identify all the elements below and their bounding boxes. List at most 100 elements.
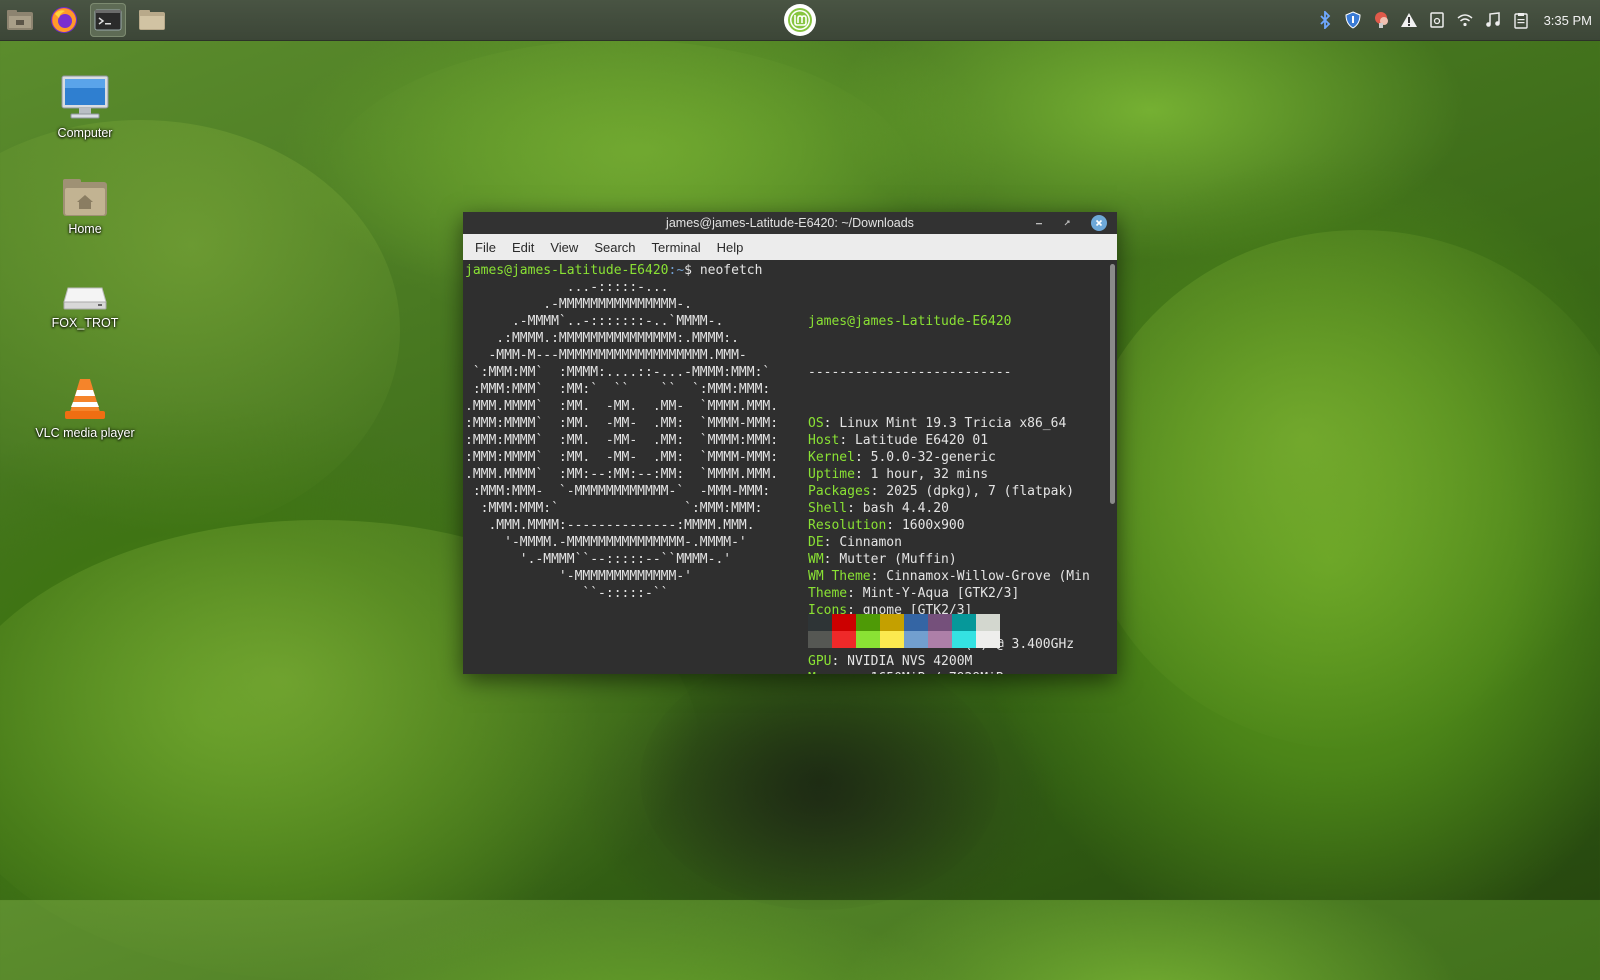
window-title: james@james-Latitude-E6420: ~/Downloads bbox=[666, 216, 914, 230]
terminal-menubar: File Edit View Search Terminal Help bbox=[463, 234, 1117, 260]
palette-swatch bbox=[808, 614, 832, 631]
info-value: 1 hour, 32 mins bbox=[870, 467, 989, 482]
palette-swatch bbox=[952, 631, 976, 648]
ascii-line: :MMM:MMMM` :MM. -MM- .MM: `MMMM-MMM: bbox=[465, 450, 779, 465]
ascii-line: :MMM:MMMM` :MM. -MM- .MM: `MMMM-MMM: bbox=[465, 416, 779, 431]
ascii-line: .MMM.MMMM` :MM:--:MM:--:MM: `MMMM.MMM. bbox=[465, 467, 779, 482]
info-key: Kernel bbox=[808, 450, 855, 465]
info-value: 5.0.0-32-generic bbox=[870, 450, 996, 465]
info-header: james@james-Latitude-E6420 bbox=[808, 314, 1012, 329]
info-separator: : bbox=[854, 467, 871, 482]
desktop-icon-computer[interactable]: Computer bbox=[30, 74, 140, 140]
system-tray: 3:35 PM bbox=[1316, 0, 1592, 40]
terminal-titlebar[interactable]: james@james-Latitude-E6420: ~/Downloads bbox=[463, 212, 1117, 234]
ascii-line: .MMM.MMMM` :MM. -MM. .MM- `MMMM.MMM. bbox=[465, 399, 779, 414]
ascii-line: .MMM.MMMM:--------------:MMMM.MMM. bbox=[465, 518, 755, 533]
palette-swatch bbox=[832, 631, 856, 648]
info-line: Packages: 2025 (dpkg), 7 (flatpak) bbox=[808, 483, 1090, 500]
info-value: Linux Mint 19.3 Tricia x86_64 bbox=[839, 416, 1067, 431]
info-separator: : bbox=[847, 501, 863, 516]
info-key: GPU bbox=[808, 654, 832, 669]
ascii-line: -MMM-M---MMMMMMMMMMMMMMMMMMM.MMM- bbox=[465, 348, 747, 363]
color-palette bbox=[808, 614, 1000, 648]
maximize-button[interactable] bbox=[1059, 215, 1075, 231]
desktop-icon-home[interactable]: Home bbox=[30, 176, 140, 236]
bluetooth-icon[interactable] bbox=[1316, 11, 1334, 29]
panel-clock[interactable]: 3:35 PM bbox=[1544, 13, 1592, 28]
ascii-line: `:MMM:MM` :MMMM:....::-...-MMMM:MMM:` bbox=[465, 365, 771, 380]
minimize-button[interactable] bbox=[1031, 215, 1047, 231]
palette-swatch bbox=[832, 614, 856, 631]
ascii-line: .:MMMM.:MMMMMMMMMMMMMMM:.MMMM:. bbox=[465, 331, 739, 346]
notifications-icon[interactable] bbox=[1372, 11, 1390, 29]
ascii-line: .-MMMM`..-:::::::-..`MMMM-. bbox=[465, 314, 724, 329]
palette-swatch bbox=[904, 614, 928, 631]
linux-mint-logo-icon bbox=[788, 8, 812, 32]
ascii-line: :MMM:MMM` :MM:` `` `` `:MMM:MMM: bbox=[465, 382, 771, 397]
launcher-firefox[interactable] bbox=[46, 3, 82, 37]
drive-icon bbox=[63, 287, 107, 310]
info-key: OS bbox=[808, 416, 824, 431]
palette-swatch bbox=[928, 614, 952, 631]
wifi-icon[interactable] bbox=[1456, 11, 1474, 29]
palette-swatch bbox=[880, 631, 904, 648]
palette-swatch bbox=[856, 631, 880, 648]
launcher-terminal[interactable] bbox=[90, 3, 126, 37]
info-separator: : bbox=[855, 671, 871, 674]
info-line: Uptime: 1 hour, 32 mins bbox=[808, 466, 1090, 483]
info-separator: : bbox=[886, 518, 902, 533]
palette-swatch bbox=[952, 614, 976, 631]
launcher-file-manager[interactable] bbox=[134, 3, 170, 37]
info-separator: : bbox=[839, 433, 855, 448]
shield-update-icon[interactable] bbox=[1344, 11, 1362, 29]
info-key: Host bbox=[808, 433, 840, 448]
info-line: Shell: bash 4.4.20 bbox=[808, 500, 1090, 517]
menu-terminal[interactable]: Terminal bbox=[644, 240, 709, 255]
close-button[interactable] bbox=[1091, 215, 1107, 231]
info-value: NVIDIA NVS 4200M bbox=[847, 654, 973, 669]
info-line: Kernel: 5.0.0-32-generic bbox=[808, 449, 1090, 466]
info-value: Mint-Y-Aqua [GTK2/3] bbox=[862, 586, 1020, 601]
info-value: 1650MiB / 7929MiB bbox=[871, 671, 1004, 674]
prompt-symbol: $ bbox=[684, 263, 700, 278]
top-panel: 3:35 PM bbox=[0, 0, 1600, 41]
menu-search[interactable]: Search bbox=[586, 240, 643, 255]
maximize-icon bbox=[1064, 220, 1070, 226]
close-icon bbox=[1095, 219, 1103, 227]
info-key: Uptime bbox=[808, 467, 855, 482]
info-key: DE bbox=[808, 535, 824, 550]
terminal-output[interactable]: james@james-Latitude-E6420:~$ neofetch .… bbox=[463, 260, 1107, 674]
info-separator: : bbox=[823, 552, 840, 567]
terminal-scrollbar[interactable] bbox=[1110, 264, 1115, 504]
computer-icon bbox=[61, 75, 109, 119]
mint-menu-button[interactable] bbox=[784, 4, 816, 36]
info-key: WM bbox=[808, 552, 824, 567]
palette-swatch bbox=[976, 614, 1000, 631]
menu-view[interactable]: View bbox=[542, 240, 586, 255]
removable-drive-icon[interactable] bbox=[1428, 11, 1446, 29]
menu-file[interactable]: File bbox=[467, 240, 504, 255]
info-line: GPU: NVIDIA NVS 4200M bbox=[808, 653, 1090, 670]
menu-edit[interactable]: Edit bbox=[504, 240, 542, 255]
menu-help[interactable]: Help bbox=[709, 240, 752, 255]
ascii-line: '-MMMM.-MMMMMMMMMMMMMMM-.MMMM-' bbox=[465, 535, 747, 550]
info-line: WM Theme: Cinnamox-Willow-Grove (Min bbox=[808, 568, 1090, 585]
info-line: WM: Mutter (Muffin) bbox=[808, 551, 1090, 568]
clipboard-icon[interactable] bbox=[1512, 11, 1530, 29]
info-line: Host: Latitude E6420 01 bbox=[808, 432, 1090, 449]
warning-icon[interactable] bbox=[1400, 11, 1418, 29]
desktop-icon-fox-trot[interactable]: FOX_TROT bbox=[30, 286, 140, 330]
minimize-icon bbox=[1036, 223, 1042, 225]
palette-swatch bbox=[976, 631, 1000, 648]
terminal-window[interactable]: james@james-Latitude-E6420: ~/Downloads … bbox=[463, 212, 1117, 674]
launcher-files[interactable] bbox=[2, 3, 38, 37]
desktop-icon-vlc[interactable]: VLC media player bbox=[30, 376, 140, 440]
desktop-icon-label: FOX_TROT bbox=[51, 316, 119, 330]
palette-swatch bbox=[808, 631, 832, 648]
prompt-path: :~ bbox=[668, 263, 685, 278]
ascii-line: ...-:::::-... bbox=[465, 280, 669, 295]
info-key: Packages bbox=[808, 484, 871, 499]
ascii-line: .-MMMMMMMMMMMMMMM-. bbox=[465, 297, 692, 312]
info-key: WM Theme bbox=[808, 569, 871, 584]
music-icon[interactable] bbox=[1484, 11, 1502, 29]
